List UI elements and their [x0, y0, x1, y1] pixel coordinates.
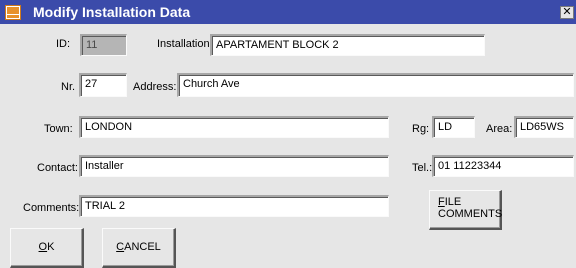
- contact-label: Contact:: [37, 162, 78, 174]
- cancel-mnemonic: C: [116, 241, 125, 253]
- close-icon[interactable]: ✕: [560, 6, 574, 19]
- rg-label: Rg:: [412, 123, 430, 135]
- town-field[interactable]: LONDON: [79, 116, 389, 138]
- ok-mnemonic: O: [38, 241, 48, 253]
- lamp-logo-icon: [5, 5, 21, 20]
- ok-button[interactable]: OK: [10, 228, 84, 268]
- id-label: ID:: [56, 38, 71, 50]
- file-comments-button[interactable]: FILE COMMENTS: [429, 190, 502, 230]
- tel-field[interactable]: 01 11223344: [432, 155, 574, 177]
- icon-base: [7, 15, 19, 18]
- modify-installation-dialog: Modify Installation Data ✕ ID: 11 Instal…: [0, 0, 576, 268]
- installation-label: Installation:: [157, 38, 213, 50]
- comments-field[interactable]: TRIAL 2: [79, 195, 389, 217]
- icon-shade: [7, 7, 19, 14]
- installation-field[interactable]: APARTAMENT BLOCK 2: [210, 34, 485, 56]
- title-bar[interactable]: Modify Installation Data ✕: [0, 0, 576, 24]
- file-comments-line1: ILE: [444, 196, 462, 208]
- area-label: Area:: [486, 123, 513, 135]
- window-title: Modify Installation Data: [33, 4, 191, 20]
- town-label: Town:: [44, 123, 73, 135]
- tel-label: Tel.:: [412, 162, 433, 174]
- nr-label: Nr.: [61, 81, 76, 93]
- area-field[interactable]: LD65WS: [514, 116, 574, 138]
- comments-label: Comments:: [23, 202, 80, 214]
- file-comments-line2: COMMENTS: [438, 208, 503, 220]
- id-field: 11: [80, 34, 127, 56]
- address-label: Address:: [133, 81, 177, 93]
- file-comments-mnemonic: F: [438, 196, 445, 208]
- ok-label: K: [47, 241, 55, 253]
- cancel-button[interactable]: CANCEL: [102, 228, 176, 268]
- cancel-label: ANCEL: [124, 241, 161, 253]
- nr-field[interactable]: 27: [79, 73, 127, 97]
- contact-field[interactable]: Installer: [79, 155, 389, 177]
- address-field[interactable]: Church Ave: [177, 73, 574, 97]
- rg-field[interactable]: LD: [432, 116, 475, 138]
